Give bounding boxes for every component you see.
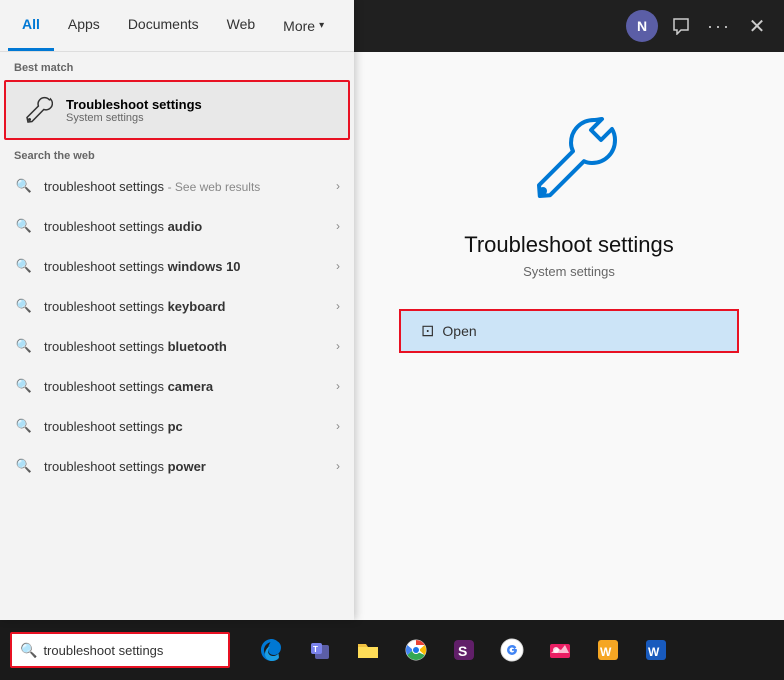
- open-button[interactable]: ⊡ Open: [401, 311, 497, 351]
- search-item-text: troubleshoot settings windows 10: [44, 259, 332, 274]
- svg-text:W: W: [600, 645, 612, 659]
- taskbar-word-icon[interactable]: W: [634, 628, 678, 672]
- chevron-right-icon: ›: [336, 299, 340, 313]
- list-item[interactable]: 🔍 troubleshoot settings power ›: [0, 446, 354, 486]
- detail-title: Troubleshoot settings: [464, 232, 674, 258]
- best-match-subtitle: System settings: [66, 112, 202, 124]
- search-popup: All Apps Documents Web More ▾ Best match…: [0, 0, 354, 620]
- detail-panel: Troubleshoot settings System settings ⊡ …: [354, 52, 784, 620]
- taskbar-explorer-icon[interactable]: [346, 628, 390, 672]
- search-item-text: troubleshoot settings keyboard: [44, 299, 332, 314]
- best-match-text: Troubleshoot settings System settings: [66, 97, 202, 124]
- taskbar-search-icon: 🔍: [20, 642, 37, 659]
- search-item-text: troubleshoot settings pc: [44, 419, 332, 434]
- wrench-icon: [20, 92, 56, 128]
- window-header: N ··· ✕: [354, 0, 784, 52]
- search-tabs: All Apps Documents Web More ▾: [0, 0, 354, 52]
- taskbar-icons: T S: [250, 628, 678, 672]
- search-icon: 🔍: [14, 456, 34, 476]
- open-button-container: ⊡ Open: [399, 309, 739, 353]
- taskbar-slack-icon[interactable]: S: [442, 628, 486, 672]
- chevron-right-icon: ›: [336, 179, 340, 193]
- ellipsis-icon[interactable]: ···: [704, 11, 734, 41]
- taskbar-chrome-icon[interactable]: [394, 628, 438, 672]
- search-icon: 🔍: [14, 376, 34, 396]
- chevron-right-icon: ›: [336, 379, 340, 393]
- chevron-down-icon: ▾: [319, 20, 324, 31]
- tab-documents[interactable]: Documents: [114, 0, 213, 51]
- open-button-extension: [497, 311, 737, 351]
- taskbar: 🔍 troubleshoot settings T: [0, 620, 784, 680]
- list-item[interactable]: 🔍 troubleshoot settings camera ›: [0, 366, 354, 406]
- list-item[interactable]: 🔍 troubleshoot settings windows 10 ›: [0, 246, 354, 286]
- tab-web[interactable]: Web: [213, 0, 270, 51]
- web-section-label: Search the web: [0, 140, 354, 166]
- search-icon: 🔍: [14, 416, 34, 436]
- tab-more[interactable]: More ▾: [269, 0, 338, 51]
- detail-wrench-icon: [519, 112, 619, 212]
- search-item-text: troubleshoot settings camera: [44, 379, 332, 394]
- chevron-right-icon: ›: [336, 219, 340, 233]
- taskbar-google-icon[interactable]: [490, 628, 534, 672]
- taskbar-search-text: troubleshoot settings: [43, 643, 163, 658]
- see-web-label: - See web results: [168, 180, 261, 194]
- window-icon: ⊡: [421, 321, 434, 341]
- detail-subtitle: System settings: [523, 264, 615, 279]
- svg-text:T: T: [313, 645, 318, 654]
- svg-text:S: S: [458, 643, 467, 659]
- search-item-text: troubleshoot settings audio: [44, 219, 332, 234]
- tab-apps[interactable]: Apps: [54, 0, 114, 51]
- best-match-item[interactable]: Troubleshoot settings System settings: [4, 80, 350, 140]
- open-label: Open: [442, 323, 476, 339]
- taskbar-edge-icon[interactable]: [250, 628, 294, 672]
- svg-text:W: W: [648, 645, 660, 659]
- taskbar-search-box[interactable]: 🔍 troubleshoot settings: [10, 632, 230, 668]
- list-item[interactable]: 🔍 troubleshoot settings audio ›: [0, 206, 354, 246]
- search-icon: 🔍: [14, 216, 34, 236]
- search-icon: 🔍: [14, 336, 34, 356]
- list-item[interactable]: 🔍 troubleshoot settings keyboard ›: [0, 286, 354, 326]
- best-match-label: Best match: [0, 52, 354, 80]
- avatar[interactable]: N: [626, 10, 658, 42]
- search-item-text: troubleshoot settings - See web results: [44, 179, 332, 194]
- tab-all[interactable]: All: [8, 0, 54, 51]
- list-item[interactable]: 🔍 troubleshoot settings - See web result…: [0, 166, 354, 206]
- search-icon: 🔍: [14, 176, 34, 196]
- chevron-right-icon: ›: [336, 419, 340, 433]
- taskbar-wsxdn-icon[interactable]: W: [586, 628, 630, 672]
- close-icon[interactable]: ✕: [742, 11, 772, 41]
- chevron-right-icon: ›: [336, 459, 340, 473]
- chevron-right-icon: ›: [336, 339, 340, 353]
- feedback-icon[interactable]: [666, 11, 696, 41]
- best-match-title: Troubleshoot settings: [66, 97, 202, 112]
- search-icon: 🔍: [14, 256, 34, 276]
- results-area: Best match Troubleshoot settings System …: [0, 52, 354, 620]
- chevron-right-icon: ›: [336, 259, 340, 273]
- search-icon: 🔍: [14, 296, 34, 316]
- taskbar-photos-icon[interactable]: [538, 628, 582, 672]
- search-item-text: troubleshoot settings power: [44, 459, 332, 474]
- list-item[interactable]: 🔍 troubleshoot settings bluetooth ›: [0, 326, 354, 366]
- taskbar-teams-icon[interactable]: T: [298, 628, 342, 672]
- search-item-text: troubleshoot settings bluetooth: [44, 339, 332, 354]
- list-item[interactable]: 🔍 troubleshoot settings pc ›: [0, 406, 354, 446]
